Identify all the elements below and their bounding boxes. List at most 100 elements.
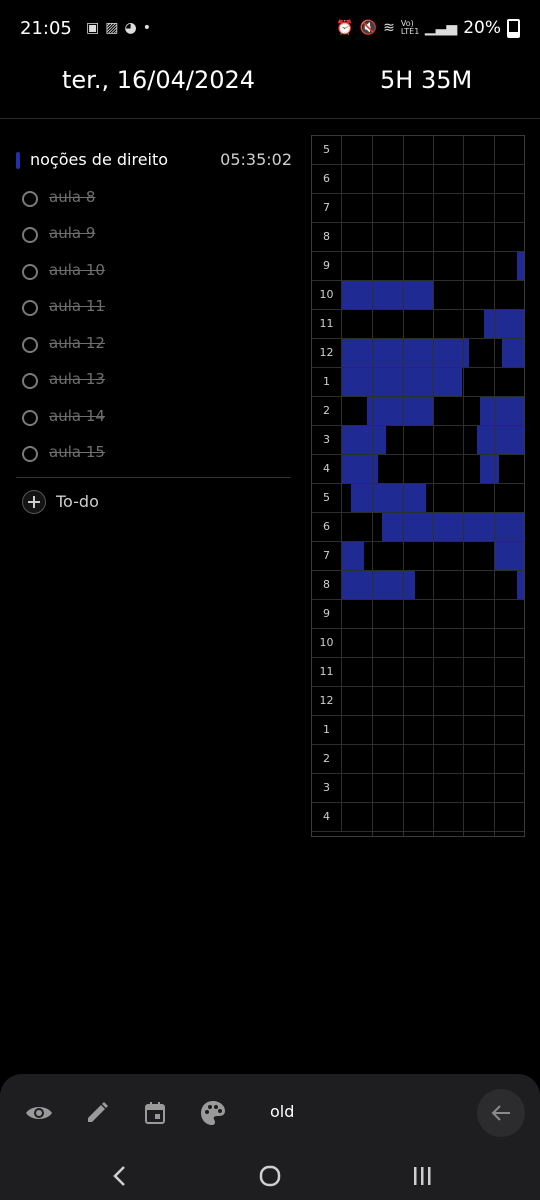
category-color-bar — [16, 152, 20, 169]
grid-column-line — [372, 136, 374, 836]
battery-icon — [507, 18, 520, 38]
hour-row[interactable]: 12 — [312, 687, 524, 716]
hour-label: 9 — [312, 252, 342, 280]
hour-label: 11 — [312, 310, 342, 338]
hour-label: 1 — [312, 716, 342, 744]
hour-label: 7 — [312, 194, 342, 222]
time-block[interactable] — [351, 484, 426, 512]
hour-row[interactable]: 9 — [312, 600, 524, 629]
old-toggle[interactable]: old — [270, 1102, 294, 1121]
wifi-icon: ≋ — [383, 20, 395, 36]
time-block[interactable] — [367, 397, 433, 425]
task-label: aula 13 — [49, 370, 105, 388]
hour-label: 8 — [312, 223, 342, 251]
grid-column-line — [493, 136, 495, 836]
category-time: 05:35:02 — [220, 150, 292, 169]
eye-icon[interactable] — [22, 1096, 56, 1130]
task-label: aula 14 — [49, 407, 105, 425]
time-block[interactable] — [342, 542, 364, 570]
time-block[interactable] — [476, 426, 524, 454]
hour-label: 10 — [312, 629, 342, 657]
hour-label: 6 — [312, 165, 342, 193]
arrow-left-icon — [491, 1105, 510, 1121]
mute-icon: 🔇 — [359, 20, 378, 36]
time-block[interactable] — [483, 310, 524, 338]
time-block[interactable] — [480, 455, 499, 483]
hour-row[interactable]: 5 — [312, 136, 524, 165]
hour-row[interactable]: 11 — [312, 658, 524, 687]
hour-label: 3 — [312, 774, 342, 802]
hour-row[interactable]: 1 — [312, 716, 524, 745]
day-header: ter., 16/04/2024 5H 35M — [0, 60, 540, 119]
header-date[interactable]: ter., 16/04/2024 — [62, 66, 255, 94]
task-checkbox[interactable] — [22, 373, 38, 389]
system-icons: ⏰ 🔇 ≋ Vo) LTE1 ▁▃▅ 20% — [336, 18, 520, 38]
nav-recents-icon[interactable] — [402, 1158, 442, 1194]
grid-column-line — [402, 136, 404, 836]
back-button[interactable] — [477, 1089, 525, 1137]
time-block[interactable] — [342, 426, 386, 454]
hour-row[interactable]: 7 — [312, 194, 524, 223]
hour-label: 11 — [312, 658, 342, 686]
palette-icon[interactable] — [196, 1096, 230, 1130]
task-checkbox[interactable] — [22, 191, 38, 207]
task-checkbox[interactable] — [22, 410, 38, 426]
time-block[interactable] — [494, 542, 524, 570]
category-row[interactable]: noções de direito 05:35:02 — [16, 150, 294, 174]
hour-label: 4 — [312, 803, 342, 831]
task-checkbox[interactable] — [22, 227, 38, 243]
list-divider — [16, 477, 291, 478]
task-checkbox[interactable] — [22, 446, 38, 462]
status-bar: 21:05 ▣▨◕• ⏰ 🔇 ≋ Vo) LTE1 ▁▃▅ 20% — [0, 0, 540, 60]
signal-icon: ▁▃▅ — [424, 20, 458, 36]
time-block[interactable] — [480, 397, 524, 425]
task-checkbox[interactable] — [22, 337, 38, 353]
nav-back-icon[interactable] — [100, 1158, 140, 1194]
status-time: 21:05 — [20, 18, 72, 39]
time-block[interactable] — [516, 571, 524, 599]
time-block[interactable] — [342, 339, 470, 367]
hour-label: 5 — [312, 484, 342, 512]
hour-label: 6 — [312, 513, 342, 541]
task-label: aula 12 — [49, 334, 105, 352]
hour-label: 1 — [312, 368, 342, 396]
task-label: aula 15 — [49, 443, 105, 461]
time-block[interactable] — [502, 339, 524, 367]
dot-icon: • — [142, 20, 157, 36]
volte-icon: Vo) LTE1 — [400, 19, 420, 36]
stripes-icon: ▨ — [105, 20, 125, 36]
hour-row[interactable]: 2 — [312, 745, 524, 774]
gallery-icon: ▣ — [86, 20, 106, 36]
time-block[interactable] — [342, 281, 433, 309]
hour-row[interactable]: 8 — [312, 223, 524, 252]
grid-column-line — [463, 136, 465, 836]
timeline-grid[interactable]: 5 6 7 8 9 10 11 12 1 2 3 4 5 6 7 8 9 10 11 12 1 2 3 4 — [311, 135, 525, 837]
nav-home-icon[interactable] — [250, 1158, 290, 1194]
hour-label: 4 — [312, 455, 342, 483]
plus-icon — [22, 490, 46, 514]
time-block[interactable] — [342, 571, 415, 599]
hour-label: 5 — [312, 136, 342, 164]
notification-icons: ▣▨◕• — [86, 20, 157, 36]
task-checkbox[interactable] — [22, 300, 38, 316]
hour-label: 10 — [312, 281, 342, 309]
category-name: noções de direito — [30, 150, 169, 169]
task-checkbox[interactable] — [22, 264, 38, 280]
hour-row[interactable]: 4 — [312, 803, 524, 832]
hour-row[interactable]: 10 — [312, 629, 524, 658]
hour-label: 2 — [312, 745, 342, 773]
bottom-toolbar: old — [0, 1074, 540, 1152]
navigation-bar — [0, 1152, 540, 1200]
time-block[interactable] — [516, 252, 524, 280]
task-label: aula 11 — [49, 297, 105, 315]
alarm-icon: ⏰ — [336, 20, 354, 36]
calendar-icon[interactable] — [138, 1096, 172, 1130]
hour-row[interactable]: 3 — [312, 774, 524, 803]
hour-row[interactable]: 6 — [312, 165, 524, 194]
pet-icon: ◕ — [124, 20, 143, 36]
pencil-icon[interactable] — [80, 1096, 114, 1130]
hour-row[interactable]: 9 — [312, 252, 524, 281]
header-duration: 5H 35M — [380, 66, 473, 94]
hour-label: 3 — [312, 426, 342, 454]
task-label: aula 9 — [49, 224, 96, 242]
